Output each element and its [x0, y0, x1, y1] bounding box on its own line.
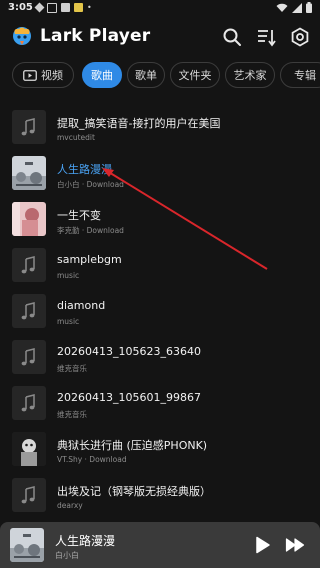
song-artist: music	[57, 271, 79, 280]
lark-logo-icon	[13, 27, 31, 45]
song-title: 一生不变	[57, 209, 101, 222]
category-tabs: 视频 歌曲 歌单 文件夹 艺术家 专辑	[0, 60, 320, 90]
sort-icon[interactable]	[256, 27, 276, 47]
tab-artists[interactable]: 艺术家	[225, 62, 275, 88]
mini-player-title: 人生路漫漫	[55, 534, 116, 548]
song-title-playing: 人生路漫漫	[57, 163, 112, 176]
song-thumbnail	[12, 478, 46, 512]
notification-app-icon	[74, 3, 83, 12]
song-thumbnail	[12, 294, 46, 328]
cover-art-image	[12, 432, 46, 466]
notification-a-icon	[47, 3, 57, 13]
next-track-icon[interactable]	[285, 535, 305, 555]
song-artist-text: 维克音乐	[57, 410, 87, 419]
status-time: 3:05	[8, 2, 33, 13]
song-artist-text: dearxy	[57, 501, 83, 510]
song-artist: dearxy	[57, 501, 83, 510]
tab-songs[interactable]: 歌曲	[82, 62, 122, 88]
status-bar: 3:05 •	[0, 0, 320, 18]
song-artist-text: music	[57, 271, 80, 280]
song-title: 典狱长进行曲 (压迫感PHONK)	[57, 439, 208, 452]
song-title: 20260413_105623_63640	[57, 345, 201, 358]
notification-image-icon	[61, 3, 70, 12]
song-artist: VT.Shy · Download	[57, 455, 127, 464]
tab-playlists[interactable]: 歌单	[127, 62, 165, 88]
song-artist: 维克音乐	[57, 409, 87, 420]
lark-player-screen: 3:05 • Lark Player 视频 歌曲 歌单 文件夹 艺术家 专辑 提…	[0, 0, 320, 568]
song-title: samplebgm	[57, 253, 122, 266]
cover-art-image	[12, 202, 46, 236]
song-title: 提取_搞笑语音-接打的用户在美国	[57, 117, 221, 130]
tab-label: 视频	[41, 69, 63, 82]
song-artist-text: music	[57, 317, 80, 326]
song-artist: music	[57, 317, 79, 326]
song-artist: 李克勤 · Download	[57, 225, 124, 236]
cover-art-image	[10, 528, 44, 562]
tab-label: 文件夹	[178, 69, 212, 82]
music-note-icon	[21, 486, 35, 504]
tab-folders[interactable]: 文件夹	[170, 62, 220, 88]
song-artist-text: mvcutedit	[57, 133, 95, 142]
song-row[interactable]: 出埃及记（钢琴版无损经典版） dearxy	[0, 474, 320, 520]
tab-label: 歌曲	[91, 69, 113, 82]
song-row[interactable]: 20260413_105623_63640 维克音乐	[0, 336, 320, 382]
music-note-icon	[21, 394, 35, 412]
song-row[interactable]: 提取_搞笑语音-接打的用户在美国 mvcutedit	[0, 106, 320, 152]
tab-label: 艺术家	[233, 69, 267, 82]
app-header: Lark Player	[0, 18, 320, 54]
song-cover-art	[12, 202, 46, 236]
song-artist: mvcutedit	[57, 133, 95, 142]
tab-albums[interactable]: 专辑	[280, 62, 320, 88]
tab-video[interactable]: 视频	[12, 62, 74, 88]
music-note-icon	[21, 348, 35, 366]
more-notifications-icon: •	[87, 3, 92, 12]
song-row[interactable]: 一生不变 李克勤 · Download	[0, 198, 320, 244]
song-title: diamond	[57, 299, 106, 312]
song-thumbnail	[12, 110, 46, 144]
song-row[interactable]: 20260413_105601_99867 维克音乐	[0, 382, 320, 428]
song-title: 20260413_105601_99867	[57, 391, 201, 404]
battery-icon	[306, 2, 312, 13]
song-artist-text: VT.Shy · Download	[57, 455, 127, 464]
song-cover-art	[12, 432, 46, 466]
mini-player[interactable]: 人生路漫漫 白小白	[0, 522, 320, 568]
song-cover-art	[12, 156, 46, 190]
song-row-playing[interactable]: 人生路漫漫 白小白 · Download	[0, 152, 320, 198]
app-title: Lark Player	[40, 26, 151, 46]
song-title: 出埃及记（钢琴版无损经典版）	[57, 485, 211, 498]
notification-diamond-icon	[34, 2, 45, 13]
video-icon	[23, 69, 37, 81]
song-row[interactable]: 典狱长进行曲 (压迫感PHONK) VT.Shy · Download	[0, 428, 320, 474]
search-icon[interactable]	[222, 27, 242, 47]
mini-player-artist: 白小白	[55, 551, 79, 560]
music-note-icon	[21, 302, 35, 320]
song-artist-text: 白小白 · Download	[57, 180, 124, 189]
song-artist-text: 维克音乐	[57, 364, 87, 373]
song-row[interactable]: diamond music	[0, 290, 320, 336]
song-thumbnail	[12, 386, 46, 420]
mini-player-cover	[10, 528, 44, 562]
cover-art-image	[12, 156, 46, 190]
tab-label: 歌单	[135, 69, 157, 82]
song-artist-text: 李克勤 · Download	[57, 226, 124, 235]
notification-icons: •	[34, 2, 92, 13]
play-icon[interactable]	[252, 535, 272, 555]
music-note-icon	[21, 118, 35, 136]
system-icons	[276, 2, 312, 13]
song-artist: 白小白 · Download	[57, 179, 124, 190]
song-thumbnail	[12, 248, 46, 282]
tab-label: 专辑	[294, 69, 316, 82]
signal-icon	[292, 2, 302, 13]
song-thumbnail	[12, 340, 46, 374]
wifi-icon	[276, 3, 288, 12]
song-row[interactable]: samplebgm music	[0, 244, 320, 290]
settings-icon[interactable]	[290, 27, 310, 47]
song-artist: 维克音乐	[57, 363, 87, 374]
music-note-icon	[21, 256, 35, 274]
